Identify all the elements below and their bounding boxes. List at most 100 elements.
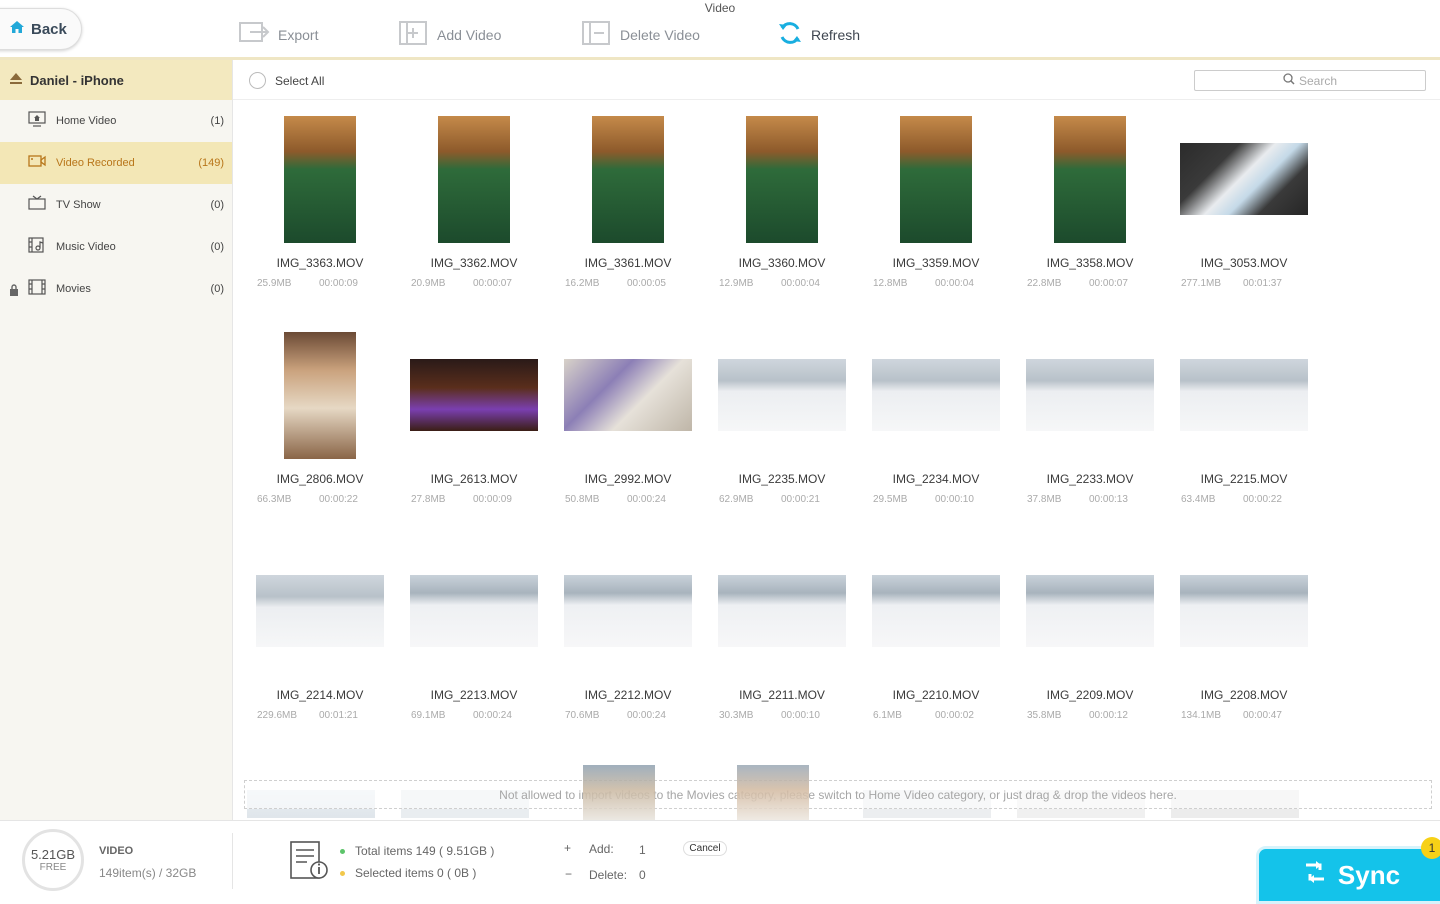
- film-icon: [28, 278, 46, 300]
- delete-video-button[interactable]: Delete Video: [582, 20, 700, 50]
- video-tile[interactable]: IMG_3362.MOV 20.9MB 00:00:07: [397, 114, 551, 314]
- video-tile[interactable]: IMG_2210.MOV 6.1MB 00:00:02: [859, 546, 1013, 746]
- cancel-button[interactable]: Cancel: [683, 841, 727, 856]
- video-tile[interactable]: IMG_2215.MOV 63.4MB 00:00:22: [1167, 330, 1321, 530]
- video-thumbnail-frame: [397, 114, 551, 244]
- home-video-icon: [28, 110, 46, 132]
- video-thumbnail-frame: [397, 330, 551, 460]
- video-tile[interactable]: IMG_2613.MOV 27.8MB 00:00:09: [397, 330, 551, 530]
- video-thumbnail-frame: [551, 330, 705, 460]
- video-name: IMG_2234.MOV: [892, 472, 980, 486]
- video-thumbnail: [718, 575, 846, 647]
- sidebar-item-tv-show[interactable]: TV Show (0): [0, 184, 232, 226]
- back-button[interactable]: Back: [0, 8, 82, 50]
- video-tile[interactable]: IMG_2235.MOV 62.9MB 00:00:21: [705, 330, 859, 530]
- video-thumbnail-frame: [1013, 330, 1167, 460]
- items-summary: 149item(s) / 32GB: [99, 866, 197, 880]
- device-header[interactable]: Daniel - iPhone: [0, 60, 232, 100]
- info-document-icon: [289, 840, 331, 887]
- video-duration: 00:00:24: [627, 494, 666, 505]
- sidebar-item-video-recorded[interactable]: Video Recorded (149): [0, 142, 232, 184]
- status-bar: 5.21GB FREE VIDEO 149item(s) / 32GB Tota…: [0, 820, 1440, 904]
- video-size: 25.9MB: [257, 278, 292, 289]
- video-tile[interactable]: IMG_2208.MOV 134.1MB 00:00:47: [1167, 546, 1321, 746]
- delete-video-label: Delete Video: [620, 27, 700, 43]
- video-thumbnail: [1180, 143, 1308, 215]
- video-tile[interactable]: IMG_2211.MOV 30.3MB 00:00:10: [705, 546, 859, 746]
- video-thumbnail: [284, 115, 356, 243]
- sidebar-item-movies[interactable]: Movies (0): [0, 268, 232, 310]
- video-thumbnail: [1180, 359, 1308, 431]
- video-tile[interactable]: IMG_3358.MOV 22.8MB 00:00:07: [1013, 114, 1167, 314]
- video-tile[interactable]: IMG_2806.MOV 66.3MB 00:00:22: [243, 330, 397, 530]
- delete-count-label: Delete:: [589, 868, 628, 882]
- drag-preview: [583, 765, 655, 820]
- video-tile[interactable]: IMG_2234.MOV 29.5MB 00:00:10: [859, 330, 1013, 530]
- video-thumbnail-frame: [243, 114, 397, 244]
- search-input[interactable]: Search: [1194, 70, 1426, 91]
- green-dot-icon: [340, 848, 345, 854]
- video-name: IMG_2214.MOV: [276, 688, 364, 702]
- video-tile[interactable]: IMG_2209.MOV 35.8MB 00:00:12: [1013, 546, 1167, 746]
- video-tile[interactable]: IMG_2992.MOV 50.8MB 00:00:24: [551, 330, 705, 530]
- plus-icon: +: [564, 841, 572, 855]
- video-camera-icon: [28, 154, 46, 173]
- video-thumbnail: [746, 115, 818, 243]
- video-tile[interactable]: IMG_2213.MOV 69.1MB 00:00:24: [397, 546, 551, 746]
- window-title: Video: [704, 1, 736, 15]
- sync-icon: [1302, 859, 1328, 892]
- sidebar-item-home-video[interactable]: Home Video (1): [0, 100, 232, 142]
- select-all-checkbox[interactable]: [249, 72, 266, 89]
- sync-button[interactable]: Sync: [1256, 846, 1440, 904]
- video-thumbnail-frame: [1167, 546, 1321, 676]
- video-thumbnail: [872, 359, 1000, 431]
- export-button[interactable]: Export: [238, 20, 318, 50]
- add-video-button[interactable]: Add Video: [399, 20, 501, 50]
- music-video-icon: [28, 236, 46, 258]
- video-tile[interactable]: IMG_2233.MOV 37.8MB 00:00:13: [1013, 330, 1167, 530]
- video-thumbnail: [1026, 359, 1154, 431]
- video-name: IMG_3362.MOV: [430, 256, 518, 270]
- video-duration: 00:00:24: [473, 710, 512, 721]
- video-name: IMG_3360.MOV: [738, 256, 826, 270]
- video-thumbnail: [410, 359, 538, 431]
- video-duration: 00:00:04: [935, 278, 974, 289]
- video-tile[interactable]: IMG_3361.MOV 16.2MB 00:00:05: [551, 114, 705, 314]
- video-tile[interactable]: IMG_2214.MOV 229.6MB 00:01:21: [243, 546, 397, 746]
- minus-icon: −: [565, 867, 573, 881]
- video-duration: 00:00:04: [781, 278, 820, 289]
- video-size: 37.8MB: [1027, 494, 1062, 505]
- video-tile[interactable]: IMG_3359.MOV 12.8MB 00:00:04: [859, 114, 1013, 314]
- content-header: Select All Search: [233, 60, 1440, 100]
- video-duration: 00:00:07: [473, 278, 512, 289]
- video-name: IMG_2211.MOV: [739, 688, 825, 702]
- video-duration: 00:00:02: [935, 710, 974, 721]
- video-thumbnail: [872, 575, 1000, 647]
- video-size: 50.8MB: [565, 494, 600, 505]
- video-size: 66.3MB: [257, 494, 292, 505]
- drop-zone-hint[interactable]: Not allowed to import videos to the Movi…: [244, 780, 1432, 809]
- video-duration: 00:00:47: [1243, 710, 1282, 721]
- video-tile[interactable]: IMG_3053.MOV 277.1MB 00:01:37: [1167, 114, 1321, 314]
- video-tile[interactable]: IMG_3360.MOV 12.9MB 00:00:04: [705, 114, 859, 314]
- video-tile[interactable]: IMG_3363.MOV 25.9MB 00:00:09: [243, 114, 397, 314]
- video-duration: 00:00:12: [1089, 710, 1128, 721]
- video-size: 62.9MB: [719, 494, 754, 505]
- video-tile[interactable]: IMG_2212.MOV 70.6MB 00:00:24: [551, 546, 705, 746]
- export-label: Export: [278, 27, 319, 43]
- video-thumbnail-frame: [859, 114, 1013, 244]
- video-name: IMG_2208.MOV: [1200, 688, 1288, 702]
- refresh-button[interactable]: Refresh: [777, 20, 860, 50]
- video-content: Select All Search IMG_3363.MOV 25.9MB 00:0…: [233, 60, 1440, 820]
- select-all-label[interactable]: Select All: [275, 74, 324, 88]
- sidebar-item-music-video[interactable]: Music Video (0): [0, 226, 232, 268]
- sidebar-item-label: Music Video: [56, 241, 116, 253]
- video-duration: 00:00:10: [781, 710, 820, 721]
- video-thumbnail-frame: [551, 546, 705, 676]
- video-duration: 00:00:22: [1243, 494, 1282, 505]
- sidebar-item-count: (1): [210, 115, 224, 127]
- video-thumbnail: [256, 575, 384, 647]
- video-thumbnail: [410, 575, 538, 647]
- home-icon: [9, 19, 25, 40]
- video-thumbnail: [564, 575, 692, 647]
